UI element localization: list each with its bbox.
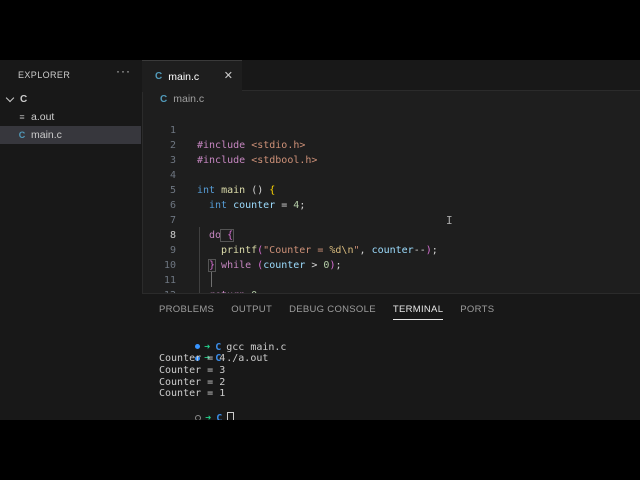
code-text: #include <stdbool.h> — [197, 153, 317, 168]
type-keyword: int — [209, 200, 228, 211]
variable: counter — [371, 245, 414, 256]
file-label: a.out — [31, 111, 55, 123]
explorer-title: EXPLORER — [18, 70, 71, 80]
chevron-down-icon — [5, 93, 15, 102]
code-line: 3 — [142, 138, 178, 166]
code-line: 9 } while (counter > 0); — [142, 228, 342, 272]
code-line: 2 #include <stdbool.h> — [142, 123, 317, 166]
code-text: int counter = 4; — [209, 198, 305, 213]
code-line: 7 do { — [142, 198, 235, 242]
variable: counter — [227, 200, 276, 211]
operator: > — [305, 260, 324, 271]
function-name: main — [215, 185, 246, 196]
code-text: do { — [209, 228, 235, 243]
code-line: 11 return 0; — [142, 258, 263, 301]
editor-tabbar: C main.c ✕ — [142, 60, 640, 92]
tab-output[interactable]: OUTPUT — [231, 304, 272, 320]
tab-ports[interactable]: PORTS — [460, 304, 494, 320]
code-punct: () — [245, 185, 270, 196]
terminal-output: Counter = 3 — [159, 365, 226, 377]
indent-guide — [211, 272, 212, 287]
semicolon: ; — [431, 245, 438, 256]
code-line: 6 — [142, 183, 178, 211]
c-file-icon: C — [155, 71, 163, 82]
tab-terminal[interactable]: TERMINAL — [392, 304, 444, 320]
type-keyword: int — [197, 185, 216, 196]
operator: = — [275, 200, 294, 211]
code-line: 4 int main () { — [142, 153, 275, 196]
prompt-cwd: C — [216, 412, 223, 420]
code-line-current: 8 printf("Counter = %d\n", counter--); I — [142, 213, 453, 256]
comma: , — [359, 245, 372, 256]
terminal-line: ➜ C — [147, 400, 286, 420]
terminal-cursor — [227, 411, 235, 420]
text-cursor-icon: I — [446, 214, 453, 227]
file-a-out[interactable]: ≡ a.out — [0, 108, 141, 126]
folder-c[interactable]: C — [5, 91, 28, 107]
c-file-icon: C — [160, 93, 168, 105]
string: "Counter = — [263, 245, 330, 256]
paren: ( — [251, 260, 264, 271]
folder-label: C — [20, 93, 28, 105]
command-status-icon — [195, 414, 202, 420]
semicolon: ; — [335, 260, 342, 271]
format-specifier: %d\n — [329, 245, 354, 256]
keyword: do — [209, 230, 222, 241]
code-text: #include <stdio.h> — [197, 138, 305, 153]
brace: { — [220, 229, 235, 242]
more-actions-icon[interactable]: ··· — [116, 64, 131, 78]
explorer-sidebar: EXPLORER ··· C ≡ a.out C main.c — [0, 60, 143, 420]
vscode-window: EXPLORER ··· C ≡ a.out C main.c C main.c… — [0, 60, 640, 420]
brace: { — [269, 185, 276, 196]
terminal-output: Counter = 1 — [159, 388, 226, 400]
keyword: while — [215, 260, 252, 271]
keyword: #include — [197, 140, 246, 151]
terminal-line: ➜ Cgcc main.c — [147, 330, 286, 353]
operator: -- — [413, 245, 426, 256]
code-line: 5 int counter = 4; — [142, 168, 305, 211]
code-line: 10 — [142, 243, 178, 271]
tab-problems[interactable]: PROBLEMS — [159, 304, 214, 320]
close-icon[interactable]: ✕ — [224, 69, 233, 82]
prompt-arrow-icon: ➜ — [205, 412, 212, 420]
include-path: <stdbool.h> — [245, 155, 318, 166]
terminal[interactable]: ➜ Cgcc main.c ➜ C ./a.out Counter = 4 Count… — [147, 330, 286, 420]
code-line: 1 #include <stdio.h> — [142, 108, 305, 151]
c-file-icon: C — [18, 130, 26, 140]
breadcrumb[interactable]: C main.c — [160, 93, 204, 105]
variable: counter — [263, 260, 306, 271]
include-path: <stdio.h> — [245, 140, 306, 151]
bottom-panel: PROBLEMS OUTPUT DEBUG CONSOLE TERMINAL P… — [142, 293, 640, 420]
code-text: printf("Counter = %d\n", counter--); — [221, 243, 438, 258]
semicolon: ; — [299, 200, 306, 211]
panel-tabs: PROBLEMS OUTPUT DEBUG CONSOLE TERMINAL P… — [159, 304, 511, 320]
breadcrumb-file[interactable]: main.c — [173, 93, 204, 105]
tab-debug-console[interactable]: DEBUG CONSOLE — [289, 304, 376, 320]
file-main-c[interactable]: C main.c — [0, 126, 141, 144]
keyword: #include — [197, 155, 246, 166]
binary-file-icon: ≡ — [19, 112, 25, 122]
tab-label: main.c — [168, 70, 200, 83]
function-name: printf — [221, 245, 258, 256]
terminal-output: Counter = 2 — [159, 376, 226, 388]
terminal-line: ➜ C ./a.out — [147, 342, 286, 364]
code-editor[interactable]: 1 #include <stdio.h> 2 #include <stdbool… — [142, 107, 640, 347]
code-line: 12 } — [142, 273, 203, 316]
file-label: main.c — [31, 129, 62, 141]
code-text: } while (counter > 0); — [207, 258, 342, 273]
tab-main-c[interactable]: C main.c ✕ — [142, 60, 242, 92]
code-text: int main () { — [197, 183, 275, 198]
terminal-output: Counter = 4 — [159, 353, 226, 365]
